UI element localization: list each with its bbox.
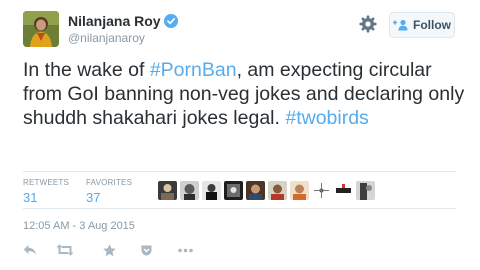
avatar-image [23, 11, 59, 47]
add-user-icon [393, 19, 408, 31]
retweets-stat[interactable]: RETWEETS 31 [23, 178, 69, 205]
favoriter-avatars [158, 181, 375, 200]
hashtag-link[interactable]: #PornBan [150, 59, 237, 81]
avatar[interactable] [23, 11, 59, 47]
follow-button[interactable]: Follow [389, 12, 455, 38]
more-icon [178, 248, 193, 252]
hashtag-link[interactable]: #twobirds [285, 107, 368, 129]
divider [23, 208, 456, 209]
favorite-button[interactable] [103, 240, 141, 260]
favoriter-avatar[interactable] [356, 181, 375, 200]
tweet-card: Nilanjana Roy @nilanjanaroy Follow In th… [0, 0, 480, 270]
retweets-label: RETWEETS [23, 178, 70, 187]
retweet-button[interactable] [56, 240, 103, 260]
pocket-button[interactable] [141, 240, 178, 260]
favoriter-avatar[interactable] [312, 181, 331, 200]
favoriter-avatar[interactable] [180, 181, 199, 200]
star-icon [103, 243, 116, 256]
tweet-timestamp[interactable]: 12:05 AM - 3 Aug 2015 [23, 220, 135, 232]
reply-button[interactable] [23, 240, 56, 260]
tweet-text-part: In the wake of [23, 59, 150, 81]
user-handle[interactable]: @nilanjanaroy [68, 31, 145, 45]
verified-badge-icon [164, 14, 178, 28]
favorites-stat[interactable]: FAVORITES 37 [86, 178, 132, 205]
favoriter-avatar[interactable] [268, 181, 287, 200]
pocket-icon [141, 245, 152, 255]
retweet-icon [56, 244, 74, 256]
follow-button-label: Follow [413, 18, 451, 32]
favoriter-avatar[interactable] [158, 181, 177, 200]
more-button[interactable] [178, 240, 211, 260]
favorites-count: 37 [86, 190, 101, 205]
divider [23, 171, 456, 172]
tweet-actions [23, 240, 211, 260]
tweet-text: In the wake of #PornBan, am expecting ci… [23, 58, 473, 130]
reply-icon [23, 245, 37, 255]
favoriter-avatar[interactable] [224, 181, 243, 200]
favoriter-avatar[interactable] [334, 181, 353, 200]
favoriter-avatar[interactable] [290, 181, 309, 200]
user-name[interactable]: Nilanjana Roy [68, 13, 161, 29]
retweets-count: 31 [23, 190, 38, 205]
favoriter-avatar[interactable] [202, 181, 221, 200]
gear-icon[interactable] [359, 15, 377, 33]
favoriter-avatar[interactable] [246, 181, 265, 200]
favorites-label: FAVORITES [86, 178, 133, 187]
